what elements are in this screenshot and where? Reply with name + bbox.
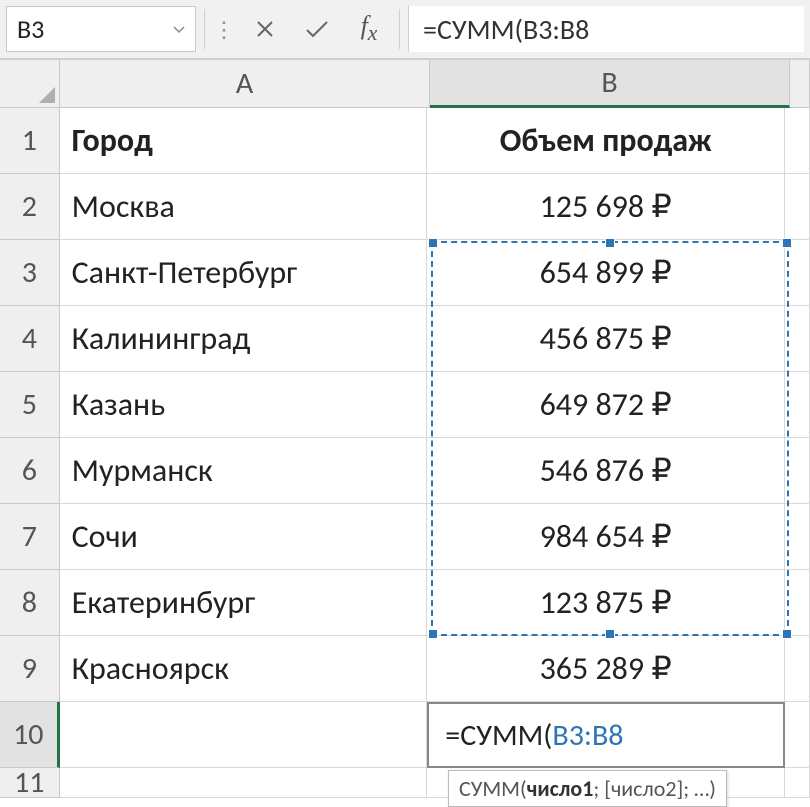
cell-B9[interactable]: 365 289 ₽ [427, 636, 785, 702]
name-box[interactable]: B3 [6, 6, 196, 52]
chevron-down-icon[interactable] [173, 21, 185, 38]
cell-B2[interactable]: 125 698 ₽ [427, 174, 785, 240]
cell-empty[interactable] [785, 702, 810, 768]
enter-button[interactable] [295, 7, 339, 51]
table-row: 6Мурманск546 876 ₽ [0, 438, 810, 504]
grid-rows: 1ГородОбъем продаж2Москва125 698 ₽3Санкт… [0, 108, 810, 798]
column-header-B[interactable]: B [430, 60, 790, 108]
cell-empty[interactable] [785, 174, 810, 240]
cell-A6[interactable]: Мурманск [60, 438, 428, 504]
table-row: 2Москва125 698 ₽ [0, 174, 810, 240]
name-box-value: B3 [17, 13, 44, 45]
cell-empty[interactable] [785, 570, 810, 636]
row-header[interactable]: 2 [0, 174, 60, 240]
cell-empty[interactable] [785, 372, 810, 438]
more-icon[interactable]: ⋮ [213, 16, 235, 43]
table-row: 1ГородОбъем продаж [0, 108, 810, 174]
worksheet: A B 1ГородОбъем продаж2Москва125 698 ₽3С… [0, 60, 810, 798]
table-row: 8Екатеринбург123 875 ₽ [0, 570, 810, 636]
row-header[interactable]: 8 [0, 570, 60, 636]
column-header-empty[interactable] [790, 60, 810, 108]
cell-A2[interactable]: Москва [60, 174, 428, 240]
row-header[interactable]: 11 [0, 768, 60, 798]
table-row: 7Сочи984 654 ₽ [0, 504, 810, 570]
row-header[interactable]: 10 [0, 702, 60, 768]
cell-A5[interactable]: Казань [60, 372, 428, 438]
function-tooltip: СУММ(число1; [число2]; …) [448, 770, 727, 807]
cell-A7[interactable]: Сочи [60, 504, 428, 570]
cell-B5[interactable]: 649 872 ₽ [427, 372, 785, 438]
table-row: 5Казань649 872 ₽ [0, 372, 810, 438]
table-row: 9Красноярск365 289 ₽ [0, 636, 810, 702]
row-header[interactable]: 7 [0, 504, 60, 570]
cell-A1[interactable]: Город [60, 108, 428, 174]
cell-empty[interactable] [785, 504, 810, 570]
cell-empty[interactable] [785, 768, 810, 798]
active-formula-cell[interactable]: =СУММ(B3:B8 [427, 702, 785, 768]
cell-B4[interactable]: 456 875 ₽ [427, 306, 785, 372]
cell-A8[interactable]: Екатеринбург [60, 570, 428, 636]
formula-text: =СУММ(B3:B8 [423, 12, 589, 47]
row-header[interactable]: 3 [0, 240, 60, 306]
cell-B7[interactable]: 984 654 ₽ [427, 504, 785, 570]
formula-bar: B3 ⋮ fx =СУММ(B3:B8 [0, 0, 810, 60]
row-header[interactable]: 9 [0, 636, 60, 702]
cell-A10[interactable] [60, 702, 428, 768]
cell-B3[interactable]: 654 899 ₽ [427, 240, 785, 306]
cell-empty[interactable] [785, 438, 810, 504]
separator [399, 9, 400, 49]
cancel-button[interactable] [243, 7, 287, 51]
formula-input[interactable]: =СУММ(B3:B8 [408, 6, 804, 52]
row-header[interactable]: 4 [0, 306, 60, 372]
table-row: 4Калининград456 875 ₽ [0, 306, 810, 372]
cell-A4[interactable]: Калининград [60, 306, 428, 372]
column-headers: A B [0, 60, 810, 108]
cell-empty[interactable] [785, 108, 810, 174]
row-header[interactable]: 1 [0, 108, 60, 174]
column-header-A[interactable]: A [60, 60, 430, 108]
cell-A3[interactable]: Санкт-Петербург [60, 240, 428, 306]
cell-B6[interactable]: 546 876 ₽ [427, 438, 785, 504]
cell-empty[interactable] [60, 768, 428, 798]
cell-empty[interactable] [785, 240, 810, 306]
cell-empty[interactable] [785, 306, 810, 372]
cell-B8[interactable]: 123 875 ₽ [427, 570, 785, 636]
cell-A9[interactable]: Красноярск [60, 636, 428, 702]
row-header[interactable]: 6 [0, 438, 60, 504]
table-row: 3Санкт-Петербург654 899 ₽ [0, 240, 810, 306]
cell-empty[interactable] [785, 636, 810, 702]
table-row: 10 =СУММ(B3:B8 [0, 702, 810, 768]
select-all-corner[interactable] [0, 60, 60, 108]
row-header[interactable]: 5 [0, 372, 60, 438]
fx-button[interactable]: fx [347, 7, 391, 51]
separator [204, 9, 205, 49]
cell-B1[interactable]: Объем продаж [427, 108, 785, 174]
